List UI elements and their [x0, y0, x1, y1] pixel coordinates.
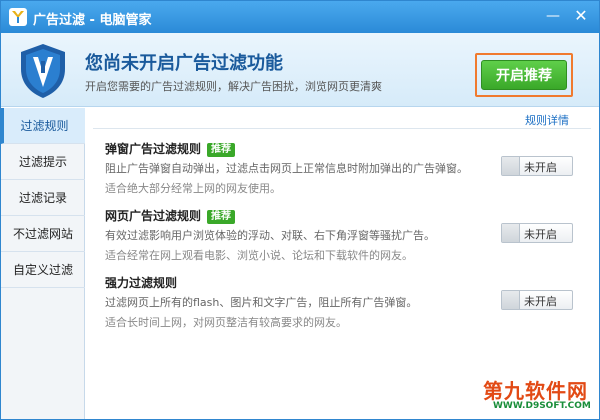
app-logo-icon — [9, 8, 27, 26]
toggle-state-label: 未开启 — [524, 295, 557, 308]
ad-filter-window: 广告过滤 - 电脑管家 — ✕ 您尚未开启广告过滤功能 开启您需要的广告过滤规则… — [0, 0, 600, 420]
rule-description: 阻止广告弹窗自动弹出，过滤点击网页上正常信息时附加弹出的广告弹窗。 — [105, 162, 468, 175]
strong-filter-rule-toggle[interactable]: 未开启 — [501, 290, 573, 310]
toggle-state-label: 未开启 — [524, 228, 557, 241]
rule-audience: 适合绝大部分经常上网的网友使用。 — [105, 182, 281, 195]
sidebar-item-filter-log[interactable]: 过滤记录 — [1, 180, 85, 216]
window-title: 广告过滤 - 电脑管家 — [33, 13, 152, 28]
shield-icon — [21, 44, 65, 98]
page-subtitle: 开启您需要的广告过滤规则，解决广告困扰，浏览网页更清爽 — [85, 80, 382, 93]
popup-ad-rule-toggle[interactable]: 未开启 — [501, 156, 573, 176]
header-banner: 您尚未开启广告过滤功能 开启您需要的广告过滤规则，解决广告困扰，浏览网页更清爽 … — [1, 33, 599, 107]
rule-description: 过滤网页上所有的flash、图片和文字广告，阻止所有广告弹窗。 — [105, 296, 418, 309]
sidebar-item-whitelist-sites[interactable]: 不过滤网站 — [1, 216, 85, 252]
rule-details-link[interactable]: 规则详情 — [525, 112, 569, 128]
watermark-text: 第九软件网 — [483, 379, 588, 403]
minimize-button[interactable]: — — [541, 5, 565, 27]
toggle-knob — [502, 157, 520, 175]
webpage-ad-rule-toggle[interactable]: 未开启 — [501, 223, 573, 243]
recommended-badge: 推荐 — [207, 209, 236, 224]
toggle-state-label: 未开启 — [524, 161, 557, 174]
enable-recommended-highlight: 开启推荐 — [475, 53, 573, 97]
page-title: 您尚未开启广告过滤功能 — [85, 53, 283, 74]
webpage-ad-rule-section: 网页广告过滤规则 推荐 有效过滤影响用户浏览体验的浮动、对联、右下角浮窗等骚扰广告… — [105, 207, 585, 267]
sidebar-item-filter-tips[interactable]: 过滤提示 — [1, 144, 85, 180]
sidebar-item-filter-rules[interactable]: 过滤规则 — [1, 108, 85, 144]
rule-description: 有效过滤影响用户浏览体验的浮动、对联、右下角浮窗等骚扰广告。 — [105, 229, 435, 242]
rule-audience: 适合长时间上网，对网页整洁有较高要求的网友。 — [105, 316, 347, 329]
site-watermark: 第九软件网 WWW.D9SOFT.COM — [483, 375, 595, 417]
recommended-badge: 推荐 — [207, 142, 236, 157]
rule-title-row: 弹窗广告过滤规则 推荐 — [105, 140, 236, 157]
watermark-url: WWW.D9SOFT.COM — [493, 401, 591, 411]
close-button[interactable]: ✕ — [569, 5, 593, 27]
rule-audience: 适合经常在网上观看电影、浏览小说、论坛和下载软件的网友。 — [105, 249, 413, 262]
rule-title-row: 网页广告过滤规则 推荐 — [105, 207, 236, 224]
sidebar: 过滤规则 过滤提示 过滤记录 不过滤网站 自定义过滤 — [1, 108, 85, 419]
sidebar-item-custom-filter[interactable]: 自定义过滤 — [1, 252, 85, 288]
strong-filter-rule-section: 强力过滤规则 过滤网页上所有的flash、图片和文字广告，阻止所有广告弹窗。 适… — [105, 274, 585, 334]
rule-title: 强力过滤规则 — [105, 276, 178, 290]
title-bar: 广告过滤 - 电脑管家 — ✕ — [1, 1, 599, 33]
enable-recommended-button[interactable]: 开启推荐 — [481, 60, 567, 90]
toggle-knob — [502, 224, 520, 242]
toggle-knob — [502, 291, 520, 309]
rule-title: 网页广告过滤规则 — [105, 209, 202, 223]
rule-title: 弹窗广告过滤规则 — [105, 142, 202, 156]
popup-ad-rule-section: 弹窗广告过滤规则 推荐 阻止广告弹窗自动弹出，过滤点击网页上正常信息时附加弹出的广… — [105, 140, 585, 200]
divider — [93, 128, 591, 129]
